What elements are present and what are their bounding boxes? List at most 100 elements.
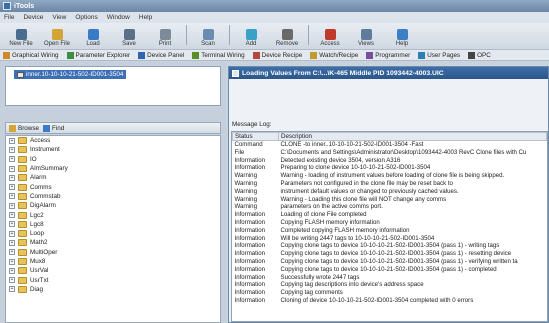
folder-icon	[18, 220, 27, 228]
menu-file[interactable]: File	[4, 14, 14, 21]
tree-item-mux8[interactable]: + Mux8	[6, 257, 220, 266]
tab-parameter-explorer[interactable]: Parameter Explorer	[66, 51, 130, 59]
tab-graphical-wiring[interactable]: Graphical Wiring	[3, 51, 59, 59]
message-log-label: Message Log:	[232, 121, 272, 128]
menu-device[interactable]: Device	[23, 14, 43, 21]
log-row[interactable]: Warning Parameters not configured in the …	[233, 180, 547, 188]
new-file-button[interactable]: New File	[3, 29, 39, 47]
log-row[interactable]: File C:\Documents and Settings\Administra…	[233, 149, 547, 157]
tree-item-usrval[interactable]: + UsrVal	[6, 266, 220, 275]
tree-item-label: DigAlarm	[30, 202, 56, 210]
tree-item-io[interactable]: + IO	[6, 155, 220, 164]
expand-icon[interactable]: +	[9, 184, 15, 191]
log-row[interactable]: Information Loading of clone File complet…	[233, 211, 547, 219]
views-button[interactable]: Views	[348, 29, 384, 47]
scan-button[interactable]: Scan	[190, 29, 226, 47]
log-row[interactable]: Information Copying clone tags to device …	[233, 266, 547, 274]
expand-icon[interactable]: +	[9, 202, 15, 209]
log-row[interactable]: Information Detected existing device 3504…	[233, 157, 547, 165]
tree-item-almsummary[interactable]: + AlmSummary	[6, 164, 220, 173]
log-row[interactable]: Information Copying FLASH memory informat…	[233, 219, 547, 227]
menu-help[interactable]: Help	[139, 14, 152, 21]
tree-item-lgc2[interactable]: + Lgc2	[6, 210, 220, 219]
tab-label: Programmer	[375, 51, 411, 59]
expand-icon[interactable]: +	[9, 230, 15, 237]
column-header-status[interactable]: Status	[232, 132, 279, 141]
log-row[interactable]: Information Completed copying FLASH memor…	[233, 227, 547, 235]
tab-user-pages[interactable]: User Pages	[418, 51, 460, 59]
expand-icon[interactable]: +	[9, 249, 15, 256]
menu-view[interactable]: View	[52, 14, 66, 21]
expand-icon[interactable]: +	[9, 165, 15, 172]
column-header-description[interactable]: Description	[278, 132, 547, 141]
expand-icon[interactable]: +	[9, 277, 15, 284]
tab-device-panel[interactable]: Device Panel	[138, 51, 184, 59]
tree-item-alarm[interactable]: + Alarm	[6, 173, 220, 182]
expand-icon[interactable]: +	[9, 286, 15, 293]
tree-item-access[interactable]: + Access	[6, 136, 220, 145]
tree-item-digalarm[interactable]: + DigAlarm	[6, 201, 220, 210]
expand-icon[interactable]: +	[9, 258, 15, 265]
expand-icon[interactable]: +	[9, 239, 15, 246]
log-row[interactable]: Information Copying tag comments	[233, 289, 547, 297]
log-row[interactable]: Information Cloning of device 10-10-10-21…	[233, 297, 547, 305]
tree-item-multioper[interactable]: + MultiOper	[6, 248, 220, 257]
log-status: Warning	[234, 179, 257, 187]
expand-icon[interactable]: +	[9, 267, 15, 274]
folder-icon	[18, 155, 27, 163]
menu-window[interactable]: Window	[107, 14, 130, 21]
tab-device-recipe[interactable]: Device Recipe	[252, 51, 302, 59]
log-row[interactable]: Information Successfully wrote 2447 tags	[233, 274, 547, 282]
tree-item-loop[interactable]: + Loop	[6, 229, 220, 238]
menu-options[interactable]: Options	[75, 14, 97, 21]
tree-item-instrument[interactable]: + Instrument	[6, 145, 220, 154]
log-row[interactable]: Warning instrument default values or chan…	[233, 188, 547, 196]
access-button[interactable]: Access	[312, 29, 348, 47]
save-button[interactable]: Save	[111, 29, 147, 47]
log-row[interactable]: Command CLONE -to inner..10-10-10-21-502-…	[233, 141, 547, 149]
tree-item-label: Math2	[30, 239, 48, 247]
tree-item-usrtxt[interactable]: + UsrTxt	[6, 275, 220, 284]
expand-icon[interactable]: +	[9, 193, 15, 200]
log-row[interactable]: Information Copying clone tags to device …	[233, 258, 547, 266]
tab-opc[interactable]: OPC	[468, 51, 491, 59]
tree-item-diag[interactable]: + Diag	[6, 285, 220, 294]
expand-icon[interactable]: +	[9, 174, 15, 181]
open-file-button[interactable]: Open File	[39, 29, 75, 47]
toolbar-label: Print	[158, 41, 172, 47]
log-row[interactable]: Information Will be writing 2447 tags to …	[233, 235, 547, 243]
tree-item-label: UsrTxt	[30, 276, 49, 284]
tree-item-lgc8[interactable]: + Lgc8	[6, 220, 220, 229]
log-status: Information	[234, 211, 265, 219]
tree-item-comms[interactable]: + Comms	[6, 182, 220, 191]
tab-find[interactable]: Find	[43, 124, 64, 132]
log-row[interactable]: Information Copying tag descriptions into…	[233, 281, 547, 289]
toolbar-label: New File	[9, 41, 33, 47]
expand-icon[interactable]: +	[9, 212, 15, 219]
help-button[interactable]: Help	[384, 29, 420, 47]
load-button[interactable]: Load	[75, 29, 111, 47]
opc-icon	[468, 51, 476, 59]
log-row[interactable]: Warning Warning - Loading this clone file…	[233, 196, 547, 204]
expand-icon[interactable]: +	[9, 137, 15, 144]
expand-icon[interactable]: +	[9, 221, 15, 228]
tab-terminal-wiring[interactable]: Terminal Wiring	[192, 51, 245, 59]
log-status: Warning	[234, 172, 257, 180]
log-row[interactable]: Warning Warning - loading of instrument v…	[233, 172, 547, 180]
tab-browse[interactable]: Browse	[9, 124, 39, 132]
tab-programmer[interactable]: Programmer	[366, 51, 411, 59]
device-node-selected[interactable]: inner.10-10-10-21-502-ID001-3504	[14, 70, 127, 79]
log-row[interactable]: Warning parameters on the active comms po…	[233, 203, 547, 211]
expand-icon[interactable]: +	[9, 146, 15, 153]
tab-watch-recipe[interactable]: Watch/Recipe	[310, 51, 358, 59]
tree-item-commstab[interactable]: + Commstab	[6, 192, 220, 201]
log-row[interactable]: Information Preparing to clone device 10-…	[233, 164, 547, 172]
tree-item-math2[interactable]: + Math2	[6, 238, 220, 247]
print-button[interactable]: Print	[147, 29, 183, 47]
message-log[interactable]: Status Description Command CLONE -to inne…	[231, 131, 548, 322]
add-button[interactable]: Add	[233, 29, 269, 47]
expand-icon[interactable]: +	[9, 156, 15, 163]
log-row[interactable]: Information Copying clone tags to device …	[233, 250, 547, 258]
remove-button[interactable]: Remove	[269, 29, 305, 47]
log-row[interactable]: Information Copying clone tags to device …	[233, 242, 547, 250]
